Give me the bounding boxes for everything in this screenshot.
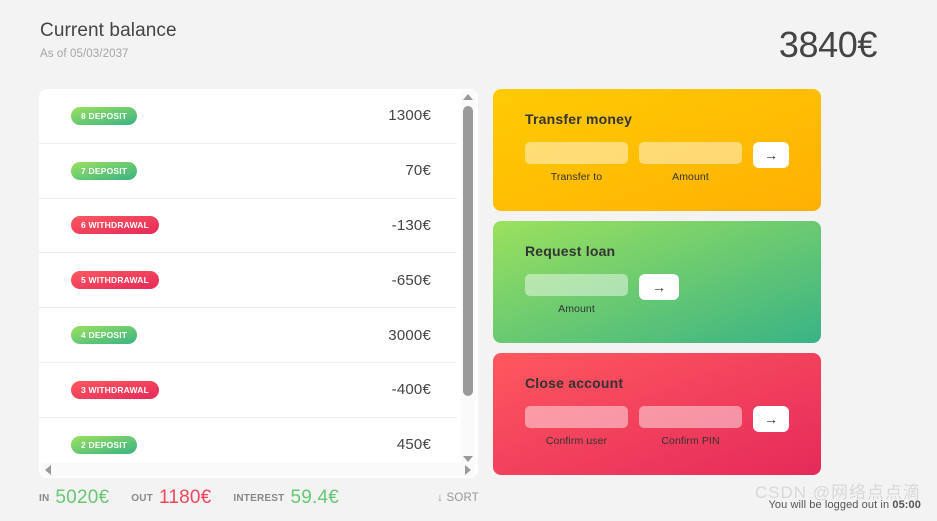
scroll-down-arrow-icon[interactable] [463, 456, 473, 462]
summary-out-value: 1180€ [158, 487, 212, 508]
transfer-amount-field-group: Amount [639, 142, 742, 183]
transfer-money-panel: Transfer money Transfer to Amount → [493, 89, 821, 211]
movement-type-badge: 5 WITHDRAWAL [71, 271, 160, 290]
movement-row: 4 DEPOSIT 3000€ [39, 308, 457, 363]
movement-value: 3000€ [388, 326, 431, 344]
movement-value: -130€ [391, 216, 431, 234]
movement-type-badge: 7 DEPOSIT [71, 161, 138, 180]
current-balance-value: 3840€ [778, 24, 878, 65]
confirm-pin-field-group: Confirm PIN [639, 406, 742, 447]
movement-row: 7 DEPOSIT 70€ [39, 144, 457, 199]
logout-timer: You will be logged out in 05:00 [768, 499, 921, 511]
movement-value: -650€ [391, 271, 431, 289]
movement-row: 3 WITHDRAWAL -400€ [39, 363, 457, 418]
summary-in-label: IN [39, 492, 50, 504]
transfer-amount-input[interactable] [639, 142, 742, 164]
page-title: Current balance [40, 20, 177, 41]
movement-value: 70€ [405, 162, 431, 180]
transfer-money-title: Transfer money [525, 111, 633, 127]
balance-date: As of 05/03/2037 [40, 48, 129, 60]
scroll-right-arrow-icon[interactable] [465, 465, 471, 475]
close-account-form: Confirm user Confirm PIN → [525, 406, 789, 447]
transfer-amount-label: Amount [672, 171, 709, 183]
movement-row: 8 DEPOSIT 1300€ [39, 89, 457, 144]
horizontal-scrollbar[interactable] [41, 463, 475, 476]
movement-row: 2 DEPOSIT 450€ [39, 418, 457, 467]
request-loan-panel: Request loan Amount → [493, 221, 821, 343]
transfer-money-form: Transfer to Amount → [525, 142, 789, 183]
transfer-to-input[interactable] [525, 142, 628, 164]
confirm-user-field-group: Confirm user [525, 406, 628, 447]
movement-type-badge: 6 WITHDRAWAL [71, 216, 160, 235]
logout-timer-text: You will be logged out in [768, 499, 890, 511]
transfer-to-label: Transfer to [550, 171, 603, 183]
movement-value: 1300€ [388, 107, 431, 125]
loan-amount-label: Amount [558, 303, 595, 315]
close-account-title: Close account [525, 375, 624, 391]
movement-type-badge: 4 DEPOSIT [71, 326, 138, 345]
scroll-left-arrow-icon[interactable] [45, 465, 51, 475]
scroll-up-arrow-icon[interactable] [463, 94, 473, 100]
movement-row: 5 WITHDRAWAL -650€ [39, 253, 457, 309]
confirm-pin-input[interactable] [639, 406, 742, 428]
movement-type-badge: 3 WITHDRAWAL [71, 380, 160, 399]
movements-list: 8 DEPOSIT 1300€ 7 DEPOSIT 70€ 6 WITHDRAWAL -1… [39, 89, 478, 478]
transfer-to-field-group: Transfer to [525, 142, 628, 183]
loan-amount-input[interactable] [525, 274, 628, 296]
confirm-user-label: Confirm user [545, 435, 608, 447]
confirm-user-input[interactable] [525, 406, 628, 428]
transfer-submit-button[interactable]: → [753, 142, 789, 168]
confirm-pin-label: Confirm PIN [661, 435, 720, 447]
request-loan-title: Request loan [525, 243, 616, 259]
movements-scroll-area[interactable]: 8 DEPOSIT 1300€ 7 DEPOSIT 70€ 6 WITHDRAWAL -1… [39, 89, 457, 467]
movement-value: 450€ [396, 436, 431, 454]
sort-button[interactable]: ↓ SORT [437, 492, 479, 504]
loan-submit-button[interactable]: → [639, 274, 679, 300]
movement-value: -400€ [391, 381, 431, 399]
summary-in-value: 5020€ [55, 487, 110, 508]
movement-type-badge: 2 DEPOSIT [71, 435, 138, 454]
balance-label-block: Current balance As of 05/03/2037 [40, 18, 177, 60]
logout-timer-value: 05:00 [892, 499, 921, 511]
page-header: Current balance As of 05/03/2037 3840€ [0, 0, 937, 88]
close-account-submit-button[interactable]: → [753, 406, 789, 432]
summary-interest-label: INTEREST [233, 492, 285, 504]
loan-amount-field-group: Amount [525, 274, 628, 315]
movement-type-badge: 8 DEPOSIT [71, 106, 138, 125]
request-loan-form: Amount → [525, 274, 789, 315]
close-account-panel: Close account Confirm user Confirm PIN → [493, 353, 821, 475]
vertical-scrollbar-thumb[interactable] [463, 106, 473, 396]
summary-interest-value: 59.4€ [290, 487, 340, 508]
summary-out-label: OUT [131, 492, 153, 504]
vertical-scrollbar[interactable] [461, 91, 475, 465]
summary-bar: IN 5020€ OUT 1180€ INTEREST 59.4€ ↓ SORT [39, 483, 479, 513]
movement-row: 6 WITHDRAWAL -130€ [39, 199, 457, 254]
